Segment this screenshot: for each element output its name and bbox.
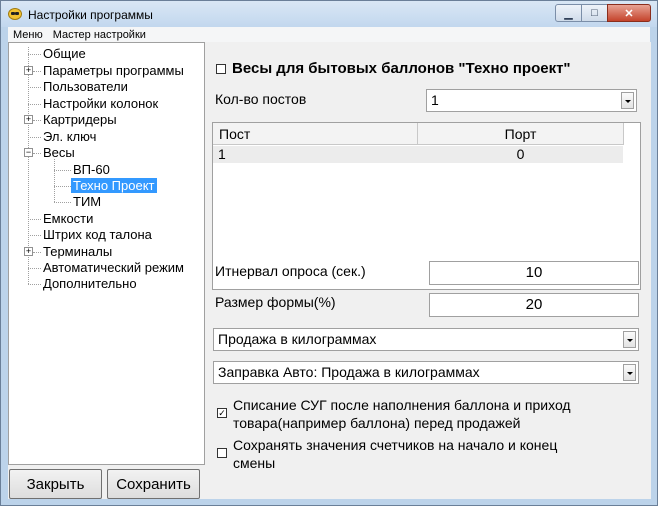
tree-line	[54, 170, 71, 171]
expand-icon[interactable]: +	[24, 115, 33, 124]
tree-line	[33, 252, 41, 253]
tree-item-label: Общие	[43, 46, 86, 61]
tree-item-el-key[interactable]: Эл. ключ	[41, 129, 98, 145]
tree-item-techno-project[interactable]: Техно Проект	[71, 178, 157, 194]
close-button[interactable]: Закрыть	[9, 469, 102, 499]
minimize-button[interactable]: ▁	[555, 4, 582, 22]
tree-line	[54, 202, 71, 203]
chevron-down-icon[interactable]	[623, 331, 636, 348]
menu-bar: Меню Мастер настройки	[8, 27, 650, 42]
tree-line	[33, 71, 41, 72]
tree-item-terminals[interactable]: Терминалы	[41, 244, 114, 260]
tree-line	[28, 235, 41, 236]
tree-item-tanks[interactable]: Емкости	[41, 211, 95, 227]
tree-item-vp60[interactable]: ВП-60	[71, 162, 112, 178]
refuel-mode-value: Заправка Авто: Продажа в килограммах	[218, 364, 480, 380]
tree-item-label: ВП-60	[73, 162, 110, 177]
tree-item-label: ТИМ	[73, 194, 102, 209]
tree-item-label: Штрих код талона	[43, 227, 152, 242]
menu-item-main[interactable]: Меню	[8, 29, 48, 41]
grid-cell-port[interactable]: 0	[418, 146, 623, 163]
tree-item-general[interactable]: Общие	[41, 46, 88, 62]
interval-input[interactable]: 10	[429, 261, 639, 285]
tree-item-users[interactable]: Пользователи	[41, 79, 130, 95]
tree-item-program-params[interactable]: Параметры программы	[41, 63, 186, 79]
settings-tree[interactable]: + + − + Общие Параметры программы Пользо…	[8, 42, 205, 465]
form-size-label: Размер формы(%)	[215, 294, 336, 310]
tree-item-label: Дополнительно	[43, 276, 137, 291]
tree-line	[28, 284, 41, 285]
tree-item-label: Картридеры	[43, 112, 117, 127]
collapse-icon[interactable]: −	[24, 148, 33, 157]
tree-item-scales[interactable]: Весы	[41, 145, 77, 161]
enable-scales-checkbox[interactable]	[216, 64, 226, 74]
refuel-mode-select[interactable]: Заправка Авто: Продажа в килограммах	[213, 361, 639, 384]
tree-line	[33, 153, 41, 154]
panel-heading: Весы для бытовых баллонов "Техно проект"	[232, 60, 571, 77]
tree-line	[28, 219, 41, 220]
tree-item-label: Терминалы	[43, 244, 113, 259]
tree-line	[28, 54, 41, 55]
client-area: + + − + Общие Параметры программы Пользо…	[8, 42, 651, 499]
tree-item-additional[interactable]: Дополнительно	[41, 276, 139, 292]
save-counters-label-line1: Сохранять значения счетчиков на начало и…	[233, 437, 558, 453]
grid-header-post[interactable]: Пост	[213, 123, 418, 145]
tree-item-label: Пользователи	[43, 79, 128, 94]
maximize-button[interactable]: □	[581, 4, 608, 22]
tree-item-tim[interactable]: ТИМ	[71, 194, 103, 210]
tree-item-barcode[interactable]: Штрих код талона	[41, 227, 154, 243]
tree-item-column-settings[interactable]: Настройки колонок	[41, 96, 160, 112]
posts-count-select[interactable]: 1	[426, 89, 637, 112]
tree-line	[28, 87, 41, 88]
save-counters-checkbox[interactable]	[217, 448, 227, 458]
tree-item-label: Емкости	[43, 211, 94, 226]
expand-icon[interactable]: +	[24, 247, 33, 256]
save-button[interactable]: Сохранить	[107, 469, 200, 499]
settings-panel: Весы для бытовых баллонов "Техно проект"…	[202, 42, 651, 499]
tree-line	[28, 137, 41, 138]
save-counters-label-line2: смены	[233, 455, 276, 471]
tree-line	[54, 159, 55, 202]
writeoff-checkbox[interactable]: ✓	[217, 408, 227, 418]
tree-item-label: Техно Проект	[71, 178, 157, 193]
tree-line	[28, 104, 41, 105]
tree-item-label: Эл. ключ	[43, 129, 97, 144]
sale-mode-select[interactable]: Продажа в килограммах	[213, 328, 639, 351]
posts-count-label: Кол-во постов	[215, 91, 307, 107]
tree-item-card-readers[interactable]: Картридеры	[41, 112, 119, 128]
tree-item-label: Автоматический режим	[43, 260, 184, 275]
tree-line	[33, 120, 41, 121]
title-bar[interactable]: Настройки программы ▁ □ ✕	[1, 1, 657, 27]
chevron-down-icon[interactable]	[621, 92, 634, 109]
tree-line	[28, 268, 41, 269]
tree-item-label: Весы	[43, 145, 75, 160]
app-icon	[8, 8, 22, 20]
tree-item-auto-mode[interactable]: Автоматический режим	[41, 260, 186, 276]
tree-line	[54, 186, 71, 187]
window-title: Настройки программы	[28, 8, 153, 22]
tree-item-label: Параметры программы	[43, 63, 184, 78]
grid-cell-post[interactable]: 1	[213, 146, 418, 163]
tree-item-label: Настройки колонок	[43, 96, 159, 111]
posts-count-value: 1	[431, 92, 439, 108]
form-size-input[interactable]: 20	[429, 293, 639, 317]
grid-header-port[interactable]: Порт	[418, 123, 624, 145]
writeoff-label-line1: Списание СУГ после наполнения баллона и …	[233, 397, 571, 413]
menu-item-setup-wizard[interactable]: Мастер настройки	[48, 29, 151, 41]
close-window-button[interactable]: ✕	[607, 4, 651, 22]
sale-mode-value: Продажа в килограммах	[218, 331, 377, 347]
app-window: Настройки программы ▁ □ ✕ Меню Мастер на…	[0, 0, 658, 506]
writeoff-label-line2: товара(например баллона) перед продажей	[233, 415, 521, 431]
interval-label: Итнервал опроса (сек.)	[215, 263, 366, 279]
expand-icon[interactable]: +	[24, 66, 33, 75]
chevron-down-icon[interactable]	[623, 364, 636, 381]
